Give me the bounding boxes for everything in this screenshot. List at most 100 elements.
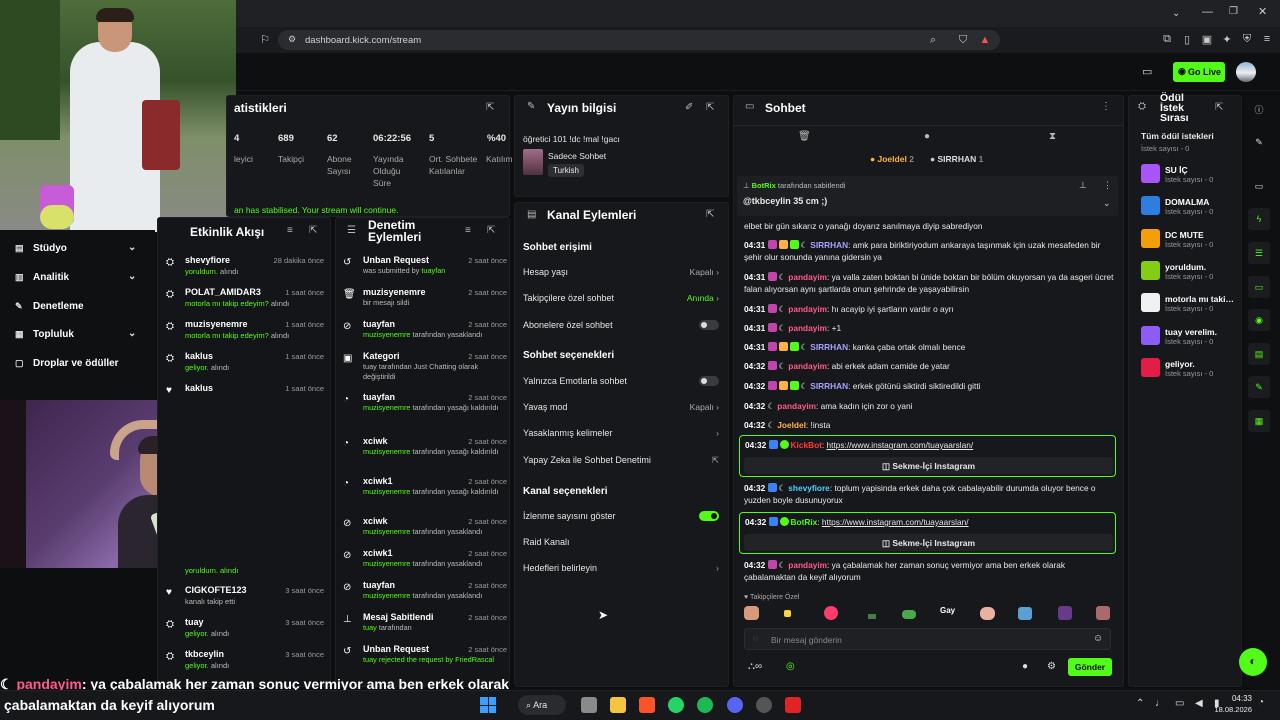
emote-icon[interactable] xyxy=(1096,606,1110,620)
emote-icon[interactable] xyxy=(902,610,916,619)
account-age-setting[interactable]: Hesap yaşı Kapalı › xyxy=(523,267,719,283)
emote-icon[interactable] xyxy=(824,606,838,620)
discord-icon[interactable] xyxy=(727,697,743,713)
emote-icon[interactable] xyxy=(980,607,995,620)
volume-icon[interactable]: ◀ xyxy=(1195,698,1203,709)
reward-item[interactable]: yoruldum. İstek sayısı - 0 xyxy=(1141,261,1241,289)
chat-input[interactable]: ◌ Bir mesaj gönderin ☺ xyxy=(744,628,1111,650)
layout-icon[interactable]: ▭ xyxy=(1248,175,1270,197)
minimize-icon[interactable]: — xyxy=(1202,6,1213,18)
emote-icon[interactable] xyxy=(1058,606,1072,620)
emote-icon[interactable] xyxy=(784,610,791,617)
edit-icon[interactable]: ✐ xyxy=(685,102,693,113)
avatar[interactable] xyxy=(1236,62,1256,82)
emoji-icon[interactable]: ☺ xyxy=(1093,633,1103,644)
tray-chevron-icon[interactable]: ⌃ xyxy=(1136,698,1144,709)
emote-icon[interactable] xyxy=(868,614,876,619)
menu-icon[interactable]: ≡ xyxy=(1260,33,1274,45)
infinity-icon[interactable]: ⛬∞ xyxy=(748,661,762,672)
chevron-down-icon[interactable]: ⌄ xyxy=(1172,8,1180,19)
spotify-icon[interactable] xyxy=(697,697,713,713)
nav-moderation[interactable]: ✎ Denetleme xyxy=(0,299,152,321)
gay-emote-icon[interactable]: Gay xyxy=(940,606,956,621)
edit-icon[interactable]: ✎ xyxy=(1248,131,1270,153)
sidebar-icon[interactable]: ▯ xyxy=(1180,33,1194,46)
emote-icon[interactable] xyxy=(1018,607,1032,620)
broadcast-icon[interactable]: ◉ xyxy=(1248,309,1270,331)
app-icon[interactable] xyxy=(785,697,801,713)
lightning-icon[interactable]: ϟ xyxy=(1248,208,1270,230)
wrench-icon[interactable]: ✎ xyxy=(1248,376,1270,398)
unpin-icon[interactable]: ⊥ xyxy=(1079,180,1087,191)
reward-item[interactable]: geliyor. İstek sayısı - 0 xyxy=(1141,358,1241,386)
popout-icon[interactable]: ⇱ xyxy=(486,102,494,113)
nav-analytics[interactable]: ▥ Analitik ⌄ xyxy=(0,270,152,292)
chevron-down-icon[interactable]: ⌄ xyxy=(1103,198,1111,209)
brave-browser-icon[interactable] xyxy=(639,697,655,713)
reward-item[interactable]: SU İÇ İstek sayısı - 0 xyxy=(1141,164,1241,192)
reward-item[interactable]: DC MUTE İstek sayısı - 0 xyxy=(1141,229,1241,257)
taskbar-search[interactable]: ⌕ Ara xyxy=(518,695,566,715)
toolbox-icon[interactable]: ▤ xyxy=(1248,343,1270,365)
banned-words-setting[interactable]: Yasaklanmış kelimeler › xyxy=(523,428,719,444)
whatsapp-icon[interactable] xyxy=(668,697,684,713)
windows-start-icon[interactable] xyxy=(480,697,496,713)
rewards-triangle-icon[interactable]: ▲ xyxy=(978,34,992,46)
popout-icon[interactable]: ⇱ xyxy=(309,225,317,236)
gear-icon[interactable]: ⚙ xyxy=(1047,661,1056,672)
bookmark-icon[interactable]: ⚐ xyxy=(258,33,272,46)
more-vertical-icon[interactable]: ⋮ xyxy=(1103,180,1112,191)
microphone-icon[interactable]: ♩ xyxy=(1155,698,1165,709)
emote-icon[interactable] xyxy=(744,606,759,620)
community-icon[interactable]: ▦ xyxy=(1248,410,1270,432)
emotes-only-toggle[interactable] xyxy=(699,376,719,386)
vpn-icon[interactable]: ⛨ xyxy=(1240,33,1254,46)
nav-drops[interactable]: ▢ Droplar ve ödüller xyxy=(0,356,152,378)
list-icon[interactable]: ☰ xyxy=(1248,242,1270,264)
nav-studio[interactable]: ▤ Stüdyo ⌄ xyxy=(0,241,152,263)
send-button[interactable]: Gönder xyxy=(1068,658,1112,676)
instagram-button[interactable]: ◫ Sekme-İçi Instagram xyxy=(744,534,1113,551)
kick-icon[interactable]: ◎ xyxy=(786,661,795,672)
notification-icon[interactable]: ◔ xyxy=(1258,697,1264,708)
reward-item[interactable]: DOMALMA İstek sayısı - 0 xyxy=(1141,196,1241,224)
show-viewers-toggle[interactable] xyxy=(699,511,719,521)
wallet-icon[interactable]: ▣ xyxy=(1200,33,1214,46)
slow-mode-setting[interactable]: Yavaş mod Kapalı › xyxy=(523,402,719,418)
instagram-link[interactable]: https://www.instagram.com/tuayaarslan/ xyxy=(822,517,969,527)
popout-icon[interactable]: ⇱ xyxy=(706,102,714,113)
trash-icon[interactable]: 🗑 xyxy=(798,131,811,142)
extensions-icon[interactable]: ⧉ xyxy=(1160,33,1174,46)
obs-icon[interactable] xyxy=(756,697,772,713)
network-icon[interactable]: ▭ xyxy=(1175,698,1184,709)
ai-moderation-setting[interactable]: Yapay Zeka ile Sohbet Denetimi ⇱ xyxy=(523,455,719,471)
zoom-icon[interactable]: ⌕ xyxy=(926,34,940,47)
subs-only-toggle[interactable] xyxy=(699,320,719,330)
help-chat-button[interactable]: ◐ xyxy=(1239,648,1267,676)
reward-item[interactable]: motorla mı takip ed İstek sayısı - 0 xyxy=(1141,293,1241,321)
raid-setting[interactable]: Raid Kanalı xyxy=(523,537,719,553)
nav-community[interactable]: ▦ Topluluk ⌄ xyxy=(0,327,152,349)
address-bar[interactable]: ⚙ dashboard.kick.com/stream ⌕ ⛉ ▲ xyxy=(278,30,1000,50)
site-info-icon[interactable]: ⚙ xyxy=(285,34,299,45)
leo-icon[interactable]: ✦ xyxy=(1220,33,1234,46)
popout-icon[interactable]: ⇱ xyxy=(487,225,495,236)
popout-icon[interactable]: ⇱ xyxy=(1215,102,1223,113)
more-vertical-icon[interactable]: ⋮ xyxy=(1101,101,1111,112)
task-view-icon[interactable] xyxy=(581,697,597,713)
popout-icon[interactable]: ⇱ xyxy=(706,209,714,220)
instagram-link[interactable]: https://www.instagram.com/tuayaarslan/ xyxy=(827,440,974,450)
info-icon[interactable]: ⓘ xyxy=(1248,97,1270,119)
filter-icon[interactable]: ≡ xyxy=(465,225,471,236)
close-icon[interactable]: ✕ xyxy=(1258,5,1267,18)
go-live-button[interactable]: ◉ Go Live xyxy=(1173,62,1225,82)
goals-setting[interactable]: Hedefleri belirleyin › xyxy=(523,563,719,579)
filter-icon[interactable]: ≡ xyxy=(287,225,293,236)
file-explorer-icon[interactable] xyxy=(610,697,626,713)
chat-icon[interactable]: ▭ xyxy=(1248,276,1270,298)
maximize-icon[interactable]: ❐ xyxy=(1229,6,1238,17)
shield-icon[interactable]: ⛉ xyxy=(956,34,970,47)
chat-bubble-icon[interactable]: ● xyxy=(924,131,930,142)
chat-bubble-icon[interactable]: ● xyxy=(1022,661,1028,672)
instagram-button[interactable]: ◫ Sekme-İçi Instagram xyxy=(744,457,1113,474)
